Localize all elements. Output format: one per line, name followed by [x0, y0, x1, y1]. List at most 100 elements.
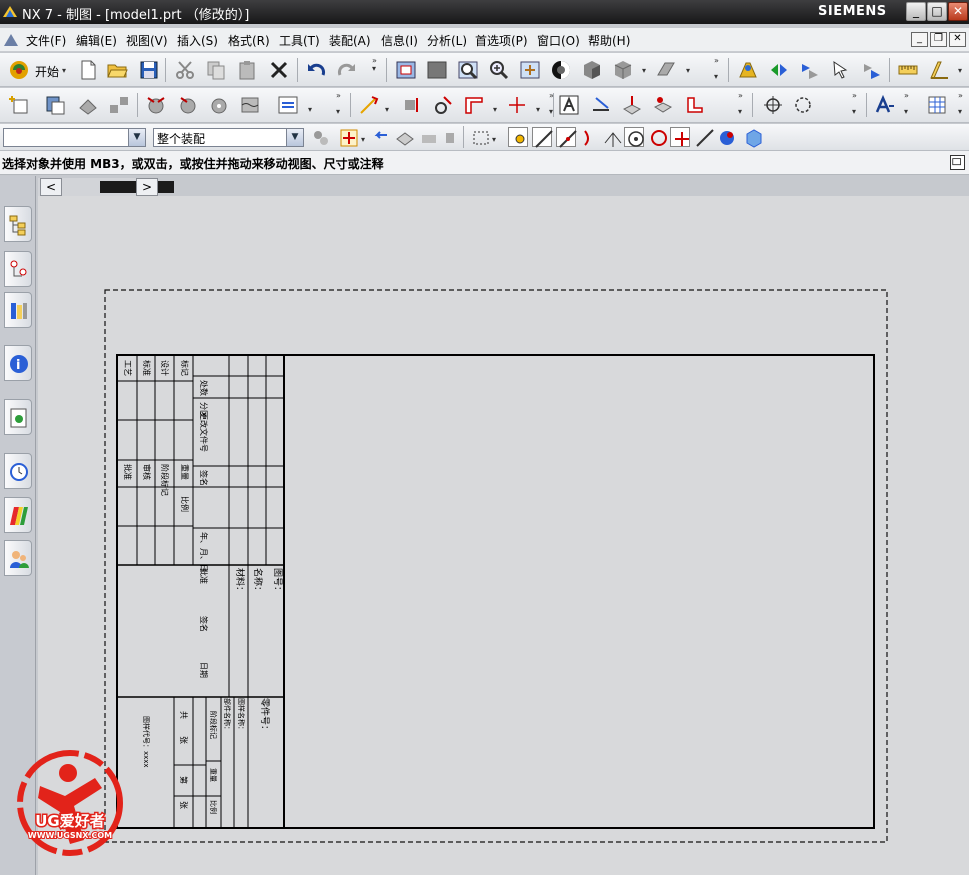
orient-dropdown-icon[interactable]: ▾	[686, 67, 690, 75]
projected-view-icon[interactable]	[108, 94, 130, 116]
redo-icon[interactable]	[336, 59, 358, 81]
annotation-style-icon[interactable]	[874, 94, 896, 116]
end-point-icon[interactable]	[532, 127, 553, 148]
menu-preferences[interactable]: 首选项(P)	[475, 32, 528, 49]
new-file-icon[interactable]	[77, 59, 99, 81]
menu-format[interactable]: 格式(R)	[228, 32, 270, 49]
centerline-icon[interactable]	[358, 94, 380, 116]
delete-icon[interactable]	[268, 59, 290, 81]
prev-sheet-button[interactable]: <	[40, 178, 62, 196]
shaded-view-icon[interactable]	[581, 59, 603, 81]
zoom-icon[interactable]	[457, 59, 479, 81]
doc-close-button[interactable]: ✕	[949, 32, 966, 47]
menu-assemblies[interactable]: 装配(A)	[329, 32, 371, 49]
assembly-navigator-tab[interactable]	[4, 206, 32, 242]
open-folder-icon[interactable]	[106, 59, 128, 81]
datum-feature-icon[interactable]	[463, 94, 485, 116]
reuse-library-tab[interactable]	[4, 292, 32, 328]
component-select-icon[interactable]	[394, 127, 414, 147]
toolbar-more-icon[interactable]: » ▾	[714, 57, 719, 81]
mid-point-icon[interactable]	[556, 127, 577, 148]
revolved-section-icon[interactable]	[208, 94, 230, 116]
type-filter-combo[interactable]: ▼	[3, 128, 146, 147]
graphics-window[interactable]: 工艺 标准 设计 标记 处数 分区 更改文件号 签名 年、月、日 批准 审核 阶…	[38, 196, 969, 875]
target-point-icon[interactable]	[652, 94, 674, 116]
menu-information[interactable]: 信息(I)	[381, 32, 418, 49]
zoom-window-icon[interactable]	[426, 59, 448, 81]
geometric-tolerance-icon[interactable]	[432, 94, 454, 116]
table-icon[interactable]	[926, 94, 948, 116]
toolbar-more-icon[interactable]: » ▾	[738, 92, 743, 116]
toolbar-more-icon[interactable]: » ▾	[372, 57, 377, 73]
snap-enable-icon[interactable]	[508, 127, 528, 147]
open-sheet-icon[interactable]	[44, 94, 66, 116]
group-select-icon[interactable]	[310, 127, 330, 147]
toolbar-more-icon[interactable]: » ▾	[904, 92, 909, 116]
image-icon[interactable]	[684, 94, 706, 116]
section-view-icon[interactable]	[145, 94, 167, 116]
fit-view-icon[interactable]	[395, 59, 417, 81]
menu-window[interactable]: 窗口(O)	[537, 32, 580, 49]
menu-view[interactable]: 视图(V)	[126, 32, 168, 49]
internet-explorer-tab[interactable]: i	[4, 345, 32, 381]
menu-analysis[interactable]: 分析(L)	[427, 32, 467, 49]
chevron-down-icon[interactable]: ▼	[128, 129, 145, 146]
invert-show-icon[interactable]	[861, 59, 883, 81]
rectangle-select-icon[interactable]	[470, 127, 490, 147]
half-section-icon[interactable]	[177, 94, 199, 116]
start-icon[interactable]	[8, 59, 30, 81]
note-icon[interactable]	[558, 94, 580, 116]
chevron-down-icon[interactable]: ▼	[286, 129, 303, 146]
centerline-dropdown-icon[interactable]: ▾	[385, 106, 389, 114]
undo-icon[interactable]	[305, 59, 327, 81]
minimize-button[interactable]: _	[906, 2, 926, 21]
feature-control-frame-icon[interactable]	[590, 94, 612, 116]
symbol-dropdown-icon[interactable]: ▾	[493, 106, 497, 114]
measure-angle-icon[interactable]	[928, 59, 950, 81]
menu-insert[interactable]: 插入(S)	[177, 32, 218, 49]
arc-center-icon[interactable]	[624, 127, 644, 147]
base-view-icon[interactable]	[77, 94, 99, 116]
menu-tools[interactable]: 工具(T)	[279, 32, 320, 49]
paste-icon[interactable]	[236, 59, 258, 81]
edit-object-display-icon[interactable]	[768, 59, 790, 81]
bounded-grid-point-icon[interactable]	[743, 127, 763, 148]
measure-distance-icon[interactable]	[897, 59, 919, 81]
select-mode-dropdown-icon[interactable]: ▾	[492, 136, 496, 144]
next-sheet-button[interactable]: >	[136, 178, 158, 196]
weld-symbol-icon[interactable]	[401, 94, 423, 116]
undo-selection-icon[interactable]	[370, 127, 390, 147]
close-button[interactable]: ✕	[948, 2, 968, 21]
display-tools-icon[interactable]	[737, 59, 759, 81]
intersection-point-icon[interactable]	[602, 127, 622, 147]
point-on-curve-icon[interactable]	[694, 127, 714, 147]
point-on-surface-icon[interactable]	[716, 127, 736, 147]
wireframe-icon[interactable]	[612, 59, 634, 81]
zoom-in-out-icon[interactable]	[488, 59, 510, 81]
snap-dropdown-icon[interactable]: ▾	[361, 136, 365, 144]
snap-point-icon[interactable]	[338, 127, 358, 147]
break-view-icon[interactable]	[239, 94, 261, 116]
save-icon[interactable]	[138, 59, 160, 81]
orient-view-icon[interactable]	[655, 59, 677, 81]
new-sheet-icon[interactable]	[8, 94, 30, 116]
maximize-graphics-icon[interactable]	[950, 155, 965, 170]
surface-finish-icon[interactable]	[621, 94, 643, 116]
doc-minimize-button[interactable]: _	[911, 32, 928, 47]
history-tab[interactable]	[4, 399, 32, 435]
rotate-icon[interactable]	[550, 59, 572, 81]
cut-icon[interactable]	[174, 59, 196, 81]
toolbar-more-icon[interactable]: » ▾	[336, 92, 341, 116]
copy-icon[interactable]	[205, 59, 227, 81]
quadrant-point-icon[interactable]	[648, 127, 668, 147]
part-navigator-tab[interactable]	[4, 251, 32, 287]
start-dropdown-icon[interactable]: ▾	[62, 67, 66, 75]
render-style-dropdown-icon[interactable]: ▾	[642, 67, 646, 75]
view-dropdown-icon[interactable]: ▾	[308, 106, 312, 114]
feature-select-icon[interactable]	[418, 127, 438, 147]
intersection-dropdown-icon[interactable]: ▾	[536, 106, 540, 114]
crosshair-icon[interactable]	[762, 94, 784, 116]
toolbar-more-icon[interactable]: ▾	[958, 67, 962, 75]
update-views-icon[interactable]	[277, 94, 299, 116]
menu-help[interactable]: 帮助(H)	[588, 32, 630, 49]
